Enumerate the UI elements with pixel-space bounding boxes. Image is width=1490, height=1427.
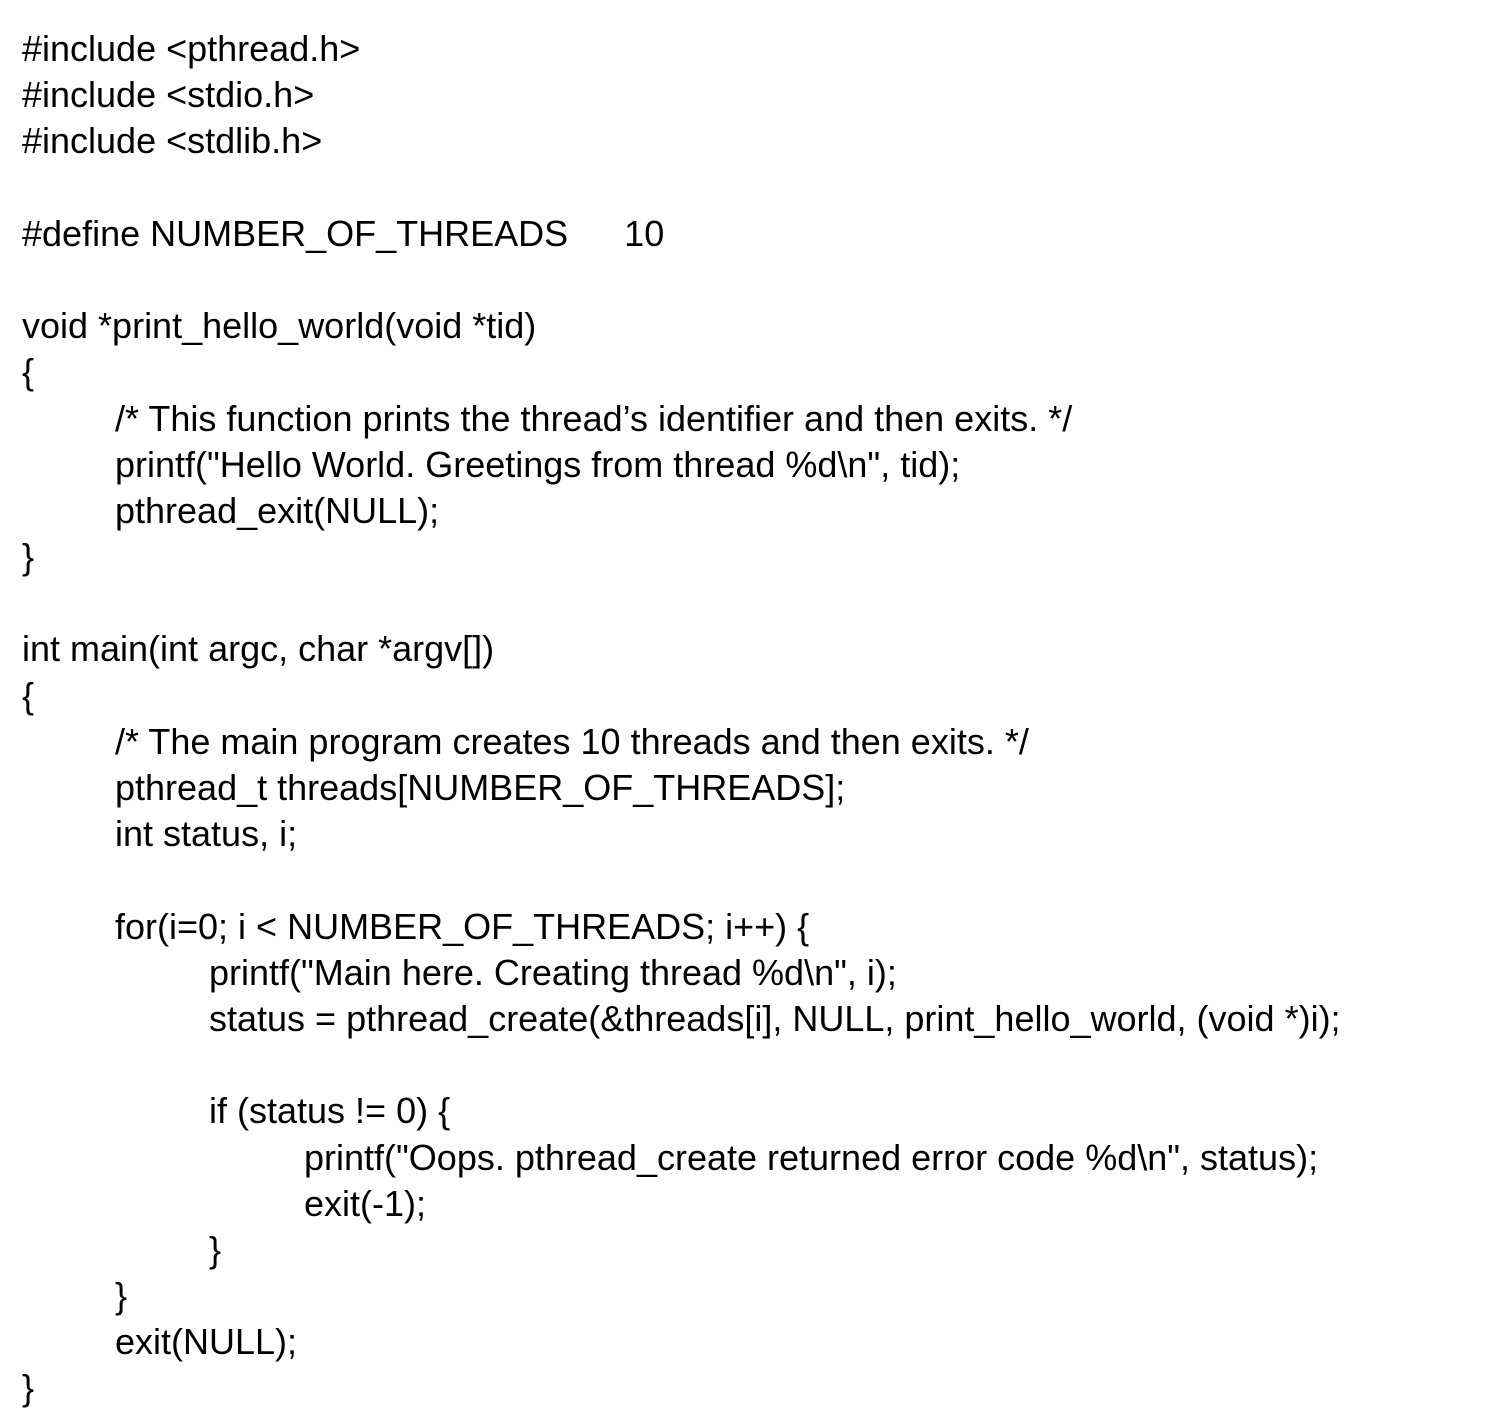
code-line: if (status != 0) {	[22, 1088, 1482, 1134]
code-text: int status, i;	[115, 813, 298, 855]
code-line: /* This function prints the thread’s ide…	[22, 396, 1482, 442]
code-text: {	[22, 674, 35, 716]
code-text: #include <stdlib.h>	[22, 120, 323, 162]
code-line: int status, i;	[22, 811, 1482, 857]
code-listing: #include <pthread.h> #include <stdio.h> …	[22, 26, 1482, 1412]
code-line: printf("Hello World. Greetings from thre…	[22, 442, 1482, 488]
code-line: {	[22, 349, 1482, 395]
code-line: #define NUMBER_OF_THREADS 10	[22, 211, 1482, 257]
code-text: }	[209, 1228, 222, 1270]
code-line: printf("Oops. pthread_create returned er…	[22, 1135, 1482, 1181]
code-line: }	[22, 1365, 1482, 1411]
code-line: status = pthread_create(&threads[i], NUL…	[22, 996, 1482, 1042]
code-text: pthread_t threads[NUMBER_OF_THREADS];	[115, 767, 846, 808]
code-comment: /* The main program creates 10 threads a…	[115, 720, 1029, 762]
code-text: exit(-1);	[304, 1182, 427, 1224]
code-line: }	[22, 1227, 1482, 1273]
code-text: if (status != 0) {	[209, 1090, 451, 1132]
code-line: pthread_exit(NULL);	[22, 488, 1482, 534]
code-line: exit(-1);	[22, 1181, 1482, 1227]
code-text: }	[115, 1275, 128, 1317]
code-line: pthread_t threads[NUMBER_OF_THREADS];	[22, 765, 1482, 811]
code-text: #include <stdio.h>	[22, 74, 315, 116]
code-text: void *print_hello_world(void *tid)	[22, 305, 537, 347]
code-line: void *print_hello_world(void *tid)	[22, 303, 1482, 349]
blank-line	[22, 257, 1482, 303]
code-text: printf("Oops. pthread_create returned er…	[304, 1136, 1319, 1178]
code-line: #include <stdlib.h>	[22, 118, 1482, 164]
code-text: exit(NULL);	[115, 1321, 298, 1363]
code-text: #include <pthread.h>	[22, 28, 361, 69]
code-text: printf("Hello World. Greetings from thre…	[115, 443, 961, 485]
code-text: int main(int argc, char *argv[])	[22, 628, 495, 670]
code-line: exit(NULL);	[22, 1319, 1482, 1365]
code-text: }	[22, 536, 35, 578]
code-line: printf("Main here. Creating thread %d\n"…	[22, 950, 1482, 996]
code-line: #include <pthread.h>	[22, 26, 1482, 72]
blank-line	[22, 857, 1482, 903]
define-value: 10	[624, 212, 665, 254]
code-line: /* The main program creates 10 threads a…	[22, 719, 1482, 765]
blank-line	[22, 580, 1482, 626]
code-line: }	[22, 534, 1482, 580]
code-text: for(i=0; i < NUMBER_OF_THREADS; i++) {	[115, 905, 810, 947]
code-line: for(i=0; i < NUMBER_OF_THREADS; i++) {	[22, 904, 1482, 950]
code-text: }	[22, 1367, 35, 1409]
code-text: printf("Main here. Creating thread %d\n"…	[209, 951, 897, 993]
code-comment: /* This function prints the thread’s ide…	[115, 397, 1073, 439]
code-line: }	[22, 1273, 1482, 1319]
code-line: int main(int argc, char *argv[])	[22, 626, 1482, 672]
code-line: {	[22, 673, 1482, 719]
code-text: #define NUMBER_OF_THREADS	[22, 212, 569, 254]
blank-line	[22, 1042, 1482, 1088]
code-text: {	[22, 351, 35, 393]
code-text: status = pthread_create(&threads[i], NUL…	[209, 997, 1341, 1039]
code-text: pthread_exit(NULL);	[115, 489, 440, 531]
code-line: #include <stdio.h>	[22, 72, 1482, 118]
blank-line	[22, 165, 1482, 211]
